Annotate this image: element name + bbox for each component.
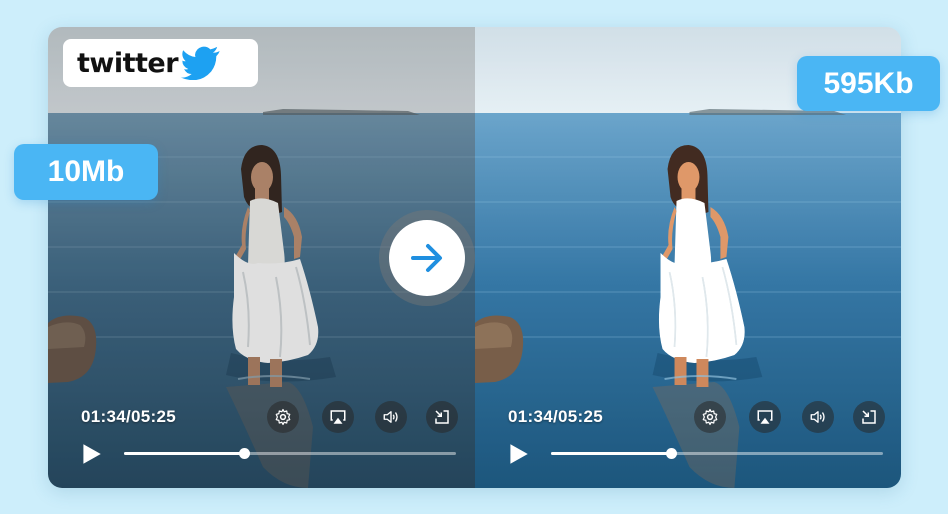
- settings-button[interactable]: [267, 401, 299, 433]
- progress-track[interactable]: [551, 448, 883, 459]
- playback-time: 01:34/05:25: [508, 407, 603, 426]
- volume-icon: [810, 411, 825, 423]
- playback-time: 01:34/05:25: [81, 407, 176, 426]
- settings-button[interactable]: [694, 401, 726, 433]
- progress-handle[interactable]: [238, 448, 250, 459]
- exit-fullscreen-button[interactable]: [426, 401, 458, 433]
- arrow-button: [389, 220, 465, 296]
- airplay-icon: [330, 410, 346, 424]
- play-button[interactable]: [505, 441, 531, 467]
- gear-icon: [275, 408, 291, 426]
- progress-track[interactable]: [124, 448, 456, 459]
- volume-button[interactable]: [375, 401, 407, 433]
- volume-button[interactable]: [802, 401, 834, 433]
- volume-icon: [383, 411, 398, 423]
- progress-fill: [124, 452, 244, 455]
- play-button[interactable]: [78, 441, 104, 467]
- gear-icon: [702, 408, 718, 426]
- compressed-size-badge: 595Kb: [797, 56, 940, 111]
- compare-arrow: [379, 210, 475, 306]
- twitter-logo: twitter: [63, 39, 258, 87]
- exit-fullscreen-button[interactable]: [853, 401, 885, 433]
- airplay-icon: [757, 410, 773, 424]
- logo-wordmark: twitter: [77, 47, 179, 79]
- original-size-badge: 10Mb: [14, 144, 158, 200]
- twitter-bird-icon: [180, 46, 220, 80]
- arrow-right-icon: [411, 244, 442, 272]
- airplay-button[interactable]: [749, 401, 781, 433]
- exit-fullscreen-icon: [862, 410, 876, 424]
- progress-handle[interactable]: [665, 448, 677, 459]
- exit-fullscreen-icon: [435, 410, 449, 424]
- progress-fill: [551, 452, 671, 455]
- airplay-button[interactable]: [322, 401, 354, 433]
